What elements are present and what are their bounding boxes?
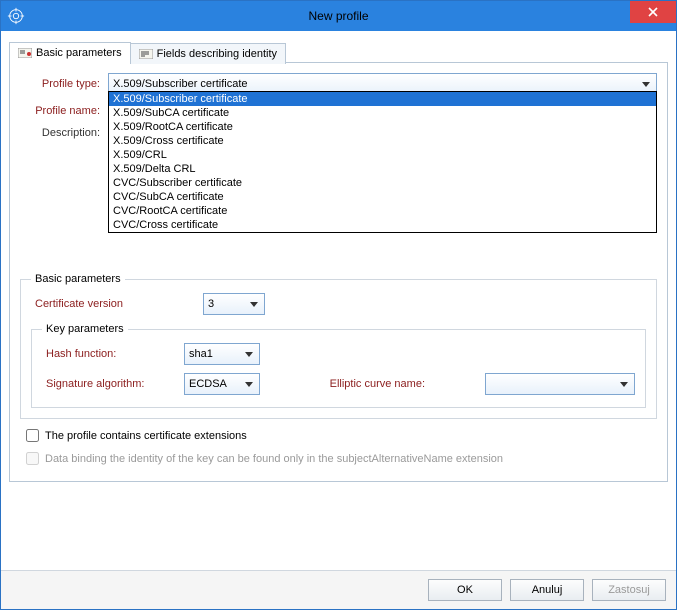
- cert-version-combo[interactable]: 3: [203, 293, 265, 315]
- binding-checkbox: [26, 452, 39, 465]
- extensions-checkbox[interactable]: [26, 429, 39, 442]
- dropdown-option[interactable]: X.509/CRL: [109, 148, 656, 162]
- dropdown-option[interactable]: X.509/Subscriber certificate: [109, 92, 656, 106]
- dropdown-option[interactable]: X.509/RootCA certificate: [109, 120, 656, 134]
- signature-algorithm-combo[interactable]: ECDSA: [184, 373, 260, 395]
- ok-button[interactable]: OK: [428, 579, 502, 601]
- cert-version-label: Certificate version: [35, 298, 195, 310]
- signature-algorithm-label: Signature algorithm:: [46, 378, 176, 390]
- key-parameters-legend: Key parameters: [42, 323, 128, 335]
- dropdown-option[interactable]: CVC/Cross certificate: [109, 218, 656, 232]
- dropdown-option[interactable]: X.509/Delta CRL: [109, 162, 656, 176]
- hash-function-label: Hash function:: [46, 348, 176, 360]
- binding-checkbox-label: Data binding the identity of the key can…: [45, 453, 503, 465]
- key-parameters-group: Key parameters Hash function: sha1 Signa…: [31, 323, 646, 408]
- profile-type-label: Profile type:: [20, 78, 100, 90]
- cert-icon: [18, 48, 32, 58]
- tab-strip: Basic parameters Fields describing ident…: [9, 41, 668, 63]
- tab-identity-label: Fields describing identity: [157, 48, 277, 60]
- extensions-checkbox-label: The profile contains certificate extensi…: [45, 430, 247, 442]
- hash-function-combo[interactable]: sha1: [184, 343, 260, 365]
- dropdown-option[interactable]: CVC/Subscriber certificate: [109, 176, 656, 190]
- elliptic-curve-combo[interactable]: [485, 373, 635, 395]
- basic-parameters-group: Basic parameters Certificate version 3 K…: [20, 273, 657, 419]
- tab-basic-label: Basic parameters: [36, 47, 122, 59]
- apply-button: Zastosuj: [592, 579, 666, 601]
- app-icon: [7, 7, 25, 25]
- dropdown-option[interactable]: CVC/RootCA certificate: [109, 204, 656, 218]
- dropdown-option[interactable]: X.509/Cross certificate: [109, 134, 656, 148]
- tab-identity-fields[interactable]: Fields describing identity: [130, 43, 286, 64]
- cancel-button[interactable]: Anuluj: [510, 579, 584, 601]
- description-label: Description:: [20, 127, 100, 139]
- dialog-footer: OK Anuluj Zastosuj: [1, 570, 676, 609]
- extensions-checkbox-row: The profile contains certificate extensi…: [26, 429, 657, 442]
- profile-name-label: Profile name:: [20, 105, 100, 117]
- title-bar: New profile: [1, 1, 676, 31]
- window-title: New profile: [1, 9, 676, 23]
- basic-parameters-legend: Basic parameters: [31, 273, 125, 285]
- binding-checkbox-row: Data binding the identity of the key can…: [26, 452, 657, 465]
- tab-panel-basic: Profile type: X.509/Subscriber certifica…: [9, 63, 668, 482]
- dropdown-option[interactable]: X.509/SubCA certificate: [109, 106, 656, 120]
- dropdown-option[interactable]: CVC/SubCA certificate: [109, 190, 656, 204]
- tab-basic-parameters[interactable]: Basic parameters: [9, 42, 131, 63]
- elliptic-curve-label: Elliptic curve name:: [330, 378, 425, 390]
- close-button[interactable]: [630, 1, 676, 23]
- cert-sub-icon: [139, 49, 153, 59]
- profile-type-dropdown[interactable]: X.509/Subscriber certificate X.509/SubCA…: [108, 91, 657, 233]
